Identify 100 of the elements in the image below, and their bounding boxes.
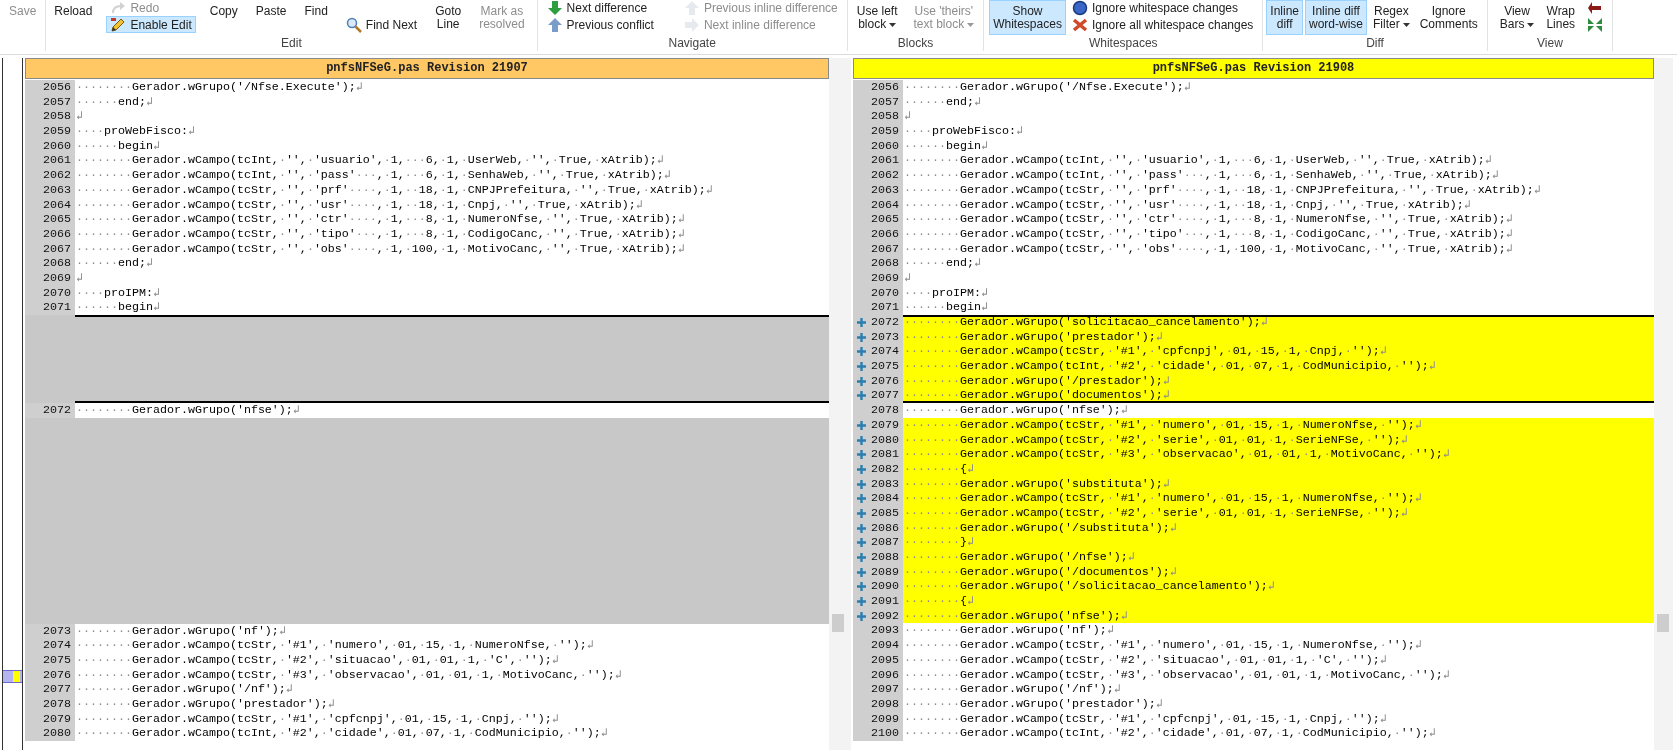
- code-line: ········Gerador.wCampo(tcInt,·'#2',·'cidade',·01,·07,·1,·CodMunicipio,·'');↲: [903, 726, 1437, 741]
- line-number: 2071: [853, 300, 903, 315]
- ribbon-button[interactable]: Ignore all whitespace changes: [1067, 16, 1258, 33]
- line-number: 2097: [853, 682, 903, 697]
- plus-icon: [857, 362, 866, 372]
- code-line: ↲: [75, 270, 85, 286]
- code-line: ········Gerador.wCampo(tcStr,·'',·'ctr'····,·1,···8,·1,·NumeroNfse,·'',·True,·xAtrib);↲: [903, 212, 1514, 227]
- plus-icon: [857, 464, 866, 474]
- ribbon-button[interactable]: Ignore whitespace changes: [1067, 0, 1258, 16]
- line-number: 2094: [853, 638, 903, 653]
- line-number: 2090: [853, 579, 903, 595]
- ribbon-button[interactable]: Paste: [251, 0, 291, 22]
- code-line: ↲: [903, 270, 913, 286]
- line-number: 2084: [853, 491, 903, 506]
- line-number: 2078: [853, 403, 903, 418]
- pencil-icon: [110, 16, 127, 33]
- ribbon-button[interactable]: Inline diff: [1266, 0, 1303, 35]
- line-number: 2056: [853, 80, 903, 95]
- line-number: 2065: [853, 212, 903, 227]
- code-line: ········Gerador.wCampo(tcStr,·'#2',·'situacao',·01,·01,·1,·'C',·'');↲: [75, 653, 560, 668]
- ribbon-button[interactable]: Wrap Lines: [1542, 0, 1580, 35]
- ribbon-button[interactable]: Ignore Comments: [1415, 0, 1482, 35]
- ribbon-button[interactable]: Enable Edit: [106, 16, 196, 33]
- plus-icon: [857, 582, 866, 592]
- group-label: Diff: [1365, 36, 1385, 50]
- code-line: ········Gerador.wGrupo('/Nfse.Execute');↲: [75, 80, 364, 95]
- file-title: pnfsNFSeG.pas Revision 21907: [25, 58, 829, 79]
- line-number: 2077: [25, 682, 75, 698]
- ribbon-button[interactable]: View Bars: [1495, 0, 1539, 35]
- circle-icon: [1071, 0, 1088, 16]
- down-arrow-icon: [546, 0, 563, 16]
- line-number: 2080: [25, 726, 75, 742]
- line-number: 2065: [25, 212, 75, 227]
- ribbon-button[interactable]: Find Next: [341, 16, 422, 33]
- plus-icon: [857, 508, 866, 518]
- ribbon-button[interactable]: Previous conflict: [542, 16, 658, 33]
- plus-icon: [857, 538, 866, 548]
- ribbon-button[interactable]: Show Whitespaces: [989, 0, 1066, 35]
- line-number: 2091: [853, 594, 903, 609]
- line-number: 2078: [25, 697, 75, 712]
- code-line: ······begin↲: [903, 138, 989, 154]
- code-line: ········Gerador.wCampo(tcStr,·'',·'usr'····,·1,··18,·1,·Cnpj,·'',·True,·xAtrib);↲: [75, 197, 644, 213]
- line-number: 2088: [853, 550, 903, 565]
- line-number: 2074: [853, 344, 903, 360]
- up-arrow-icon: [546, 16, 563, 33]
- code-line: ········Gerador.wCampo(tcStr,·'#1',·'numero',·01,·15,·1,·NumeroNfse,·'');↲: [903, 638, 1423, 653]
- code-line: ········Gerador.wCampo(tcStr,·'#2',·'situacao',·01,·01,·1,·'C',·'');↲: [903, 652, 1388, 668]
- code-line: ········Gerador.wCampo(tcStr,·'',·'obs'····,·1,·100,·1,·MotivoCanc,·'',·True,·xAtrib);↲: [903, 241, 1514, 257]
- plus-icon: [857, 376, 866, 386]
- code-line: ········Gerador.wCampo(tcInt,·'#2',·'cidade',·01,·07,·1,·CodMunicipio,·'');↲: [75, 726, 609, 742]
- line-number: 2062: [25, 168, 75, 183]
- line-number: 2077: [853, 388, 903, 404]
- cross-icon: [1071, 16, 1088, 33]
- ribbon-button[interactable]: Inline diff word-wise: [1305, 0, 1368, 35]
- code-line: ········Gerador.wCampo(tcStr,·'#3',·'observacao',·01,·01,·1,·MotivoCanc,·'');↲: [903, 667, 1451, 683]
- ribbon-button[interactable]: Next difference: [542, 0, 658, 16]
- line-number: 2068: [25, 256, 75, 271]
- line-number: 2075: [853, 359, 903, 374]
- line-number: 2087: [853, 535, 903, 550]
- line-number: 2058: [25, 109, 75, 125]
- code-line: ········Gerador.wGrupo('/nf');↲: [903, 682, 1122, 697]
- code-line: ········Gerador.wGrupo('prestador');↲: [903, 696, 1164, 712]
- code-line: ······end;↲: [75, 94, 154, 110]
- line-number: 2081: [853, 447, 903, 462]
- line-number: 2100: [853, 726, 903, 741]
- code-line: ········Gerador.wGrupo('nfse');↲: [903, 403, 1129, 418]
- plus-icon: [857, 567, 866, 577]
- line-number: 2072: [25, 403, 75, 418]
- code-line: ······begin↲: [75, 138, 161, 154]
- ribbon-button[interactable]: Use left block: [852, 0, 902, 35]
- code-line: ······begin↲: [903, 300, 989, 315]
- code-line: ····proWebFisco:↲: [903, 124, 1024, 139]
- line-number: 2056: [25, 80, 75, 95]
- ribbon-button[interactable]: Reload: [50, 0, 97, 22]
- line-number: 2059: [25, 124, 75, 139]
- ribbon-button[interactable]: Goto Line: [431, 0, 466, 35]
- plus-icon: [857, 450, 866, 460]
- code-line: ········Gerador.wCampo(tcInt,·'',·'usuario',·1,···6,·1,·UserWeb,·'',·True,·xAtrib);↲: [903, 153, 1493, 169]
- ribbon-button[interactable]: Copy: [205, 0, 242, 22]
- plus-icon: [857, 420, 866, 430]
- group-label: Blocks: [896, 36, 935, 50]
- line-number: 2062: [853, 168, 903, 183]
- plus-icon: [857, 435, 866, 445]
- code-line: ····proIPM:↲: [903, 285, 989, 301]
- code-line: ······begin↲: [75, 300, 161, 315]
- scrollbar-thumb[interactable]: [832, 614, 844, 632]
- code-line: ········Gerador.wCampo(tcStr,·'#1',·'numero',·01,·15,·1,·NumeroNfse,·'');↲: [75, 638, 595, 654]
- plus-icon: [857, 391, 866, 401]
- redo-arrow-icon: [110, 0, 127, 16]
- plus-icon: [857, 494, 866, 504]
- line-number: 2061: [25, 153, 75, 169]
- ribbon-button[interactable]: Find: [300, 0, 332, 22]
- group-label: View: [1536, 36, 1564, 50]
- collapse-icon: [1587, 16, 1604, 33]
- plus-icon: [857, 318, 866, 327]
- code-line: ········Gerador.wCampo(tcStr,·'#1',·'cpfcnpj',·01,·15,·1,·Cnpj,·'');↲: [903, 711, 1388, 727]
- ribbon-button[interactable]: Regex Filter: [1369, 0, 1414, 35]
- scrollbar-thumb[interactable]: [1657, 614, 1669, 632]
- code-line: ······end;↲: [75, 256, 154, 271]
- code-line: ········Gerador.wGrupo('nf');↲: [903, 623, 1115, 639]
